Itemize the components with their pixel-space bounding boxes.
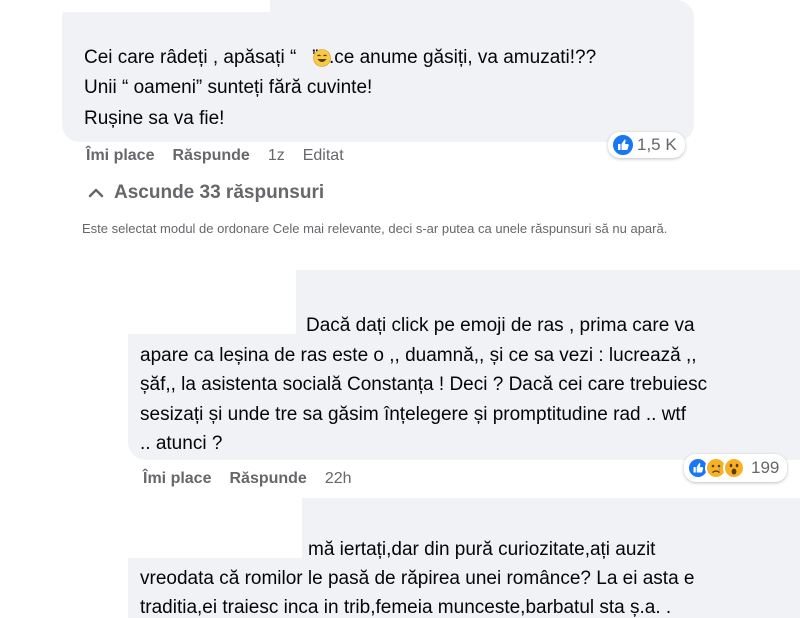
crop-mask — [126, 496, 302, 558]
crop-mask — [60, 0, 270, 12]
comment-text-line: Rușine sa va fie! — [84, 108, 225, 129]
laughing-emoji-icon — [313, 49, 331, 67]
wow-icon — [723, 457, 745, 479]
reply-text-line: Dacă dați click pe emoji de ras , prima … — [306, 315, 695, 336]
reply-text-line: sesizați și unde tre sa găsim înțelegere… — [140, 404, 686, 425]
timestamp[interactable]: 22h — [325, 470, 352, 488]
reply-text-line: .. atunci ? — [140, 433, 223, 454]
reply-button[interactable]: Răspunde — [172, 147, 249, 165]
reply-text-line: traditia,ei traiesc inca in trib,femeia … — [140, 597, 672, 618]
reply-actions: Îmi place Răspunde 22h — [143, 470, 370, 488]
reply-text-line: șăf,, la asistenta socială Constanța ! D… — [140, 374, 708, 395]
reply-text-line: apare ca leșina de ras este o ,, duamnă,… — [140, 345, 697, 366]
reply-button[interactable]: Răspunde — [229, 470, 306, 488]
comment-actions: Îmi place Răspunde 1z Editat — [86, 147, 362, 165]
edited-label: Editat — [302, 147, 344, 164]
timestamp[interactable]: 1z — [268, 147, 285, 165]
comment-text-line: Cei care râdeți , apăsați “ ”...ce anume… — [84, 47, 597, 68]
crop-mask — [126, 268, 296, 334]
reply-text-line: vreodata că romilor le pasă de răpirea u… — [140, 568, 695, 589]
comment-text-line: Unii “ oameni” sunteți fără cuvinte! — [84, 77, 373, 98]
hide-replies-button[interactable]: Ascunde 33 răspunsuri — [88, 182, 324, 204]
reaction-count: 1,5 K — [637, 135, 677, 154]
reaction-summary[interactable]: 199 — [684, 454, 788, 482]
reaction-count: 199 — [751, 458, 780, 477]
hide-replies-label: Ascunde 33 răspunsuri — [114, 182, 325, 203]
reaction-summary[interactable]: 1,5 K — [608, 132, 685, 158]
reply-text-line: mă iertați,dar din pură curiozitate,ați … — [308, 539, 656, 560]
like-icon — [611, 133, 635, 157]
chevron-up-icon — [88, 188, 104, 198]
like-button[interactable]: Îmi place — [86, 147, 154, 165]
like-button[interactable]: Îmi place — [143, 470, 211, 488]
sort-notice: Este selectat modul de ordonare Cele mai… — [82, 221, 668, 236]
